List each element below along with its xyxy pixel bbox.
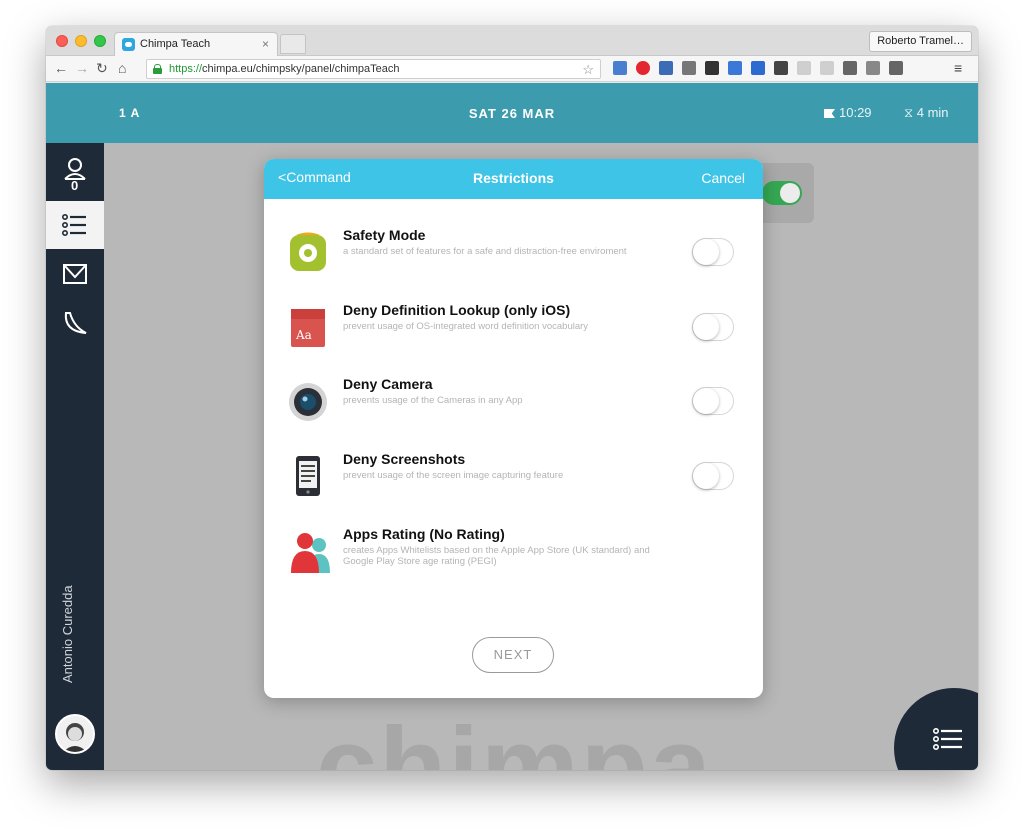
browser-tab-bar: Chimpa Teach × Roberto Tramel…	[46, 26, 978, 56]
bookmark-star-icon[interactable]: ☆	[582, 61, 594, 79]
list-item-desc: prevent usage of the screen image captur…	[343, 470, 564, 481]
reload-icon[interactable]: ↻	[96, 60, 108, 77]
list-item-deny-definition[interactable]: Aa Deny Definition Lookup (only iOS) pre…	[264, 295, 763, 359]
tab-title: Chimpa Teach	[140, 38, 211, 50]
background-toggle	[762, 181, 802, 205]
list-item-desc: a standard set of features for a safe an…	[343, 246, 627, 257]
opera-icon[interactable]	[636, 61, 650, 75]
dialog-title: Restrictions	[473, 170, 554, 186]
list-item-title: Apps Rating (No Rating)	[343, 526, 505, 542]
user-face-icon	[63, 723, 87, 752]
url-path: chimpa.eu/chimpsky/panel/chimpaTeach	[202, 63, 400, 75]
deny-camera-toggle[interactable]	[692, 387, 734, 415]
user-name: Antonio Curedda	[60, 585, 75, 683]
safety-mode-toggle[interactable]	[692, 238, 734, 266]
deny-definition-toggle[interactable]	[692, 313, 734, 341]
lock-icon	[153, 64, 162, 74]
menu-icon[interactable]: ≡	[954, 60, 962, 76]
sidebar-item-banana[interactable]	[46, 301, 104, 349]
incognito-icon[interactable]	[774, 61, 788, 75]
dialog-header: <Command Restrictions Cancel	[264, 159, 763, 199]
list-item-title: Deny Camera	[343, 376, 433, 392]
list-icon	[61, 214, 86, 236]
classroom-icon	[63, 264, 87, 284]
list-item-deny-camera[interactable]: Deny Camera prevents usage of the Camera…	[264, 369, 763, 433]
close-window-button[interactable]	[56, 35, 68, 47]
forward-arrow-icon[interactable]: →	[75, 60, 89, 76]
extension-icon[interactable]	[797, 61, 811, 75]
new-tab-button[interactable]	[280, 34, 306, 54]
tab-close-icon[interactable]: ×	[262, 37, 269, 51]
list-item-desc: prevents usage of the Cameras in any App	[343, 395, 523, 406]
browser-toolbar: ← → ↻ ⌂ https://chimpa.eu/chimpsky/panel…	[46, 56, 978, 82]
banana-icon	[64, 312, 87, 334]
extension-icon[interactable]	[889, 61, 903, 75]
extension-icon[interactable]	[820, 61, 834, 75]
avatar[interactable]	[55, 714, 95, 754]
home-icon[interactable]: ⌂	[118, 60, 126, 76]
restrictions-dialog: <Command Restrictions Cancel Safety Mode…	[264, 159, 763, 698]
extension-icon[interactable]	[866, 61, 880, 75]
time-value: 10:29	[839, 105, 872, 120]
extension-icon[interactable]	[728, 61, 742, 75]
lesson-duration: ⧖ 4 min	[904, 105, 949, 121]
sidebar-item-list[interactable]	[46, 201, 104, 249]
hourglass-icon: ⧖	[904, 105, 917, 120]
safety-gear-icon	[290, 232, 326, 271]
people-rating-icon	[291, 533, 330, 573]
screenshot-icon	[296, 456, 320, 496]
extension-icon[interactable]	[843, 61, 857, 75]
profile-button[interactable]: Roberto Tramel…	[869, 31, 972, 52]
list-item-deny-screenshots[interactable]: Deny Screenshots prevent usage of the sc…	[264, 444, 763, 508]
next-button[interactable]: NEXT	[472, 637, 554, 673]
chimpa-watermark: chimpa	[316, 705, 714, 770]
pocket-icon[interactable]	[659, 61, 673, 75]
app-header: 1 A SAT 26 MAR 10:29 ⧖ 4 min	[46, 83, 978, 143]
students-count: 0	[71, 178, 79, 193]
app-sidebar: 0 Antonio Curedda	[46, 143, 104, 770]
svg-text:Aa: Aa	[295, 328, 312, 342]
list-item-desc: creates Apps Whitelists based on the App…	[343, 545, 650, 567]
maximize-window-button[interactable]	[94, 35, 106, 47]
camera-icon	[289, 383, 327, 421]
list-item-title: Safety Mode	[343, 227, 426, 243]
deny-screenshots-toggle[interactable]	[692, 462, 734, 490]
sidebar-item-classroom[interactable]	[46, 251, 104, 299]
duration-value: 4 min	[916, 105, 949, 120]
list-item-title: Deny Definition Lookup (only iOS)	[343, 302, 571, 318]
extension-icon[interactable]	[613, 61, 627, 75]
list-item-desc: prevent usage of OS-integrated word defi…	[343, 321, 589, 332]
back-arrow-icon[interactable]: ←	[54, 60, 68, 76]
dictionary-icon: Aa	[291, 309, 325, 347]
list-item-safety-mode[interactable]: Safety Mode a standard set of features f…	[264, 220, 763, 284]
flag-icon	[824, 109, 835, 118]
cancel-button[interactable]: Cancel	[701, 170, 745, 186]
address-bar[interactable]: https://chimpa.eu/chimpsky/panel/chimpaT…	[146, 59, 601, 79]
list-icon	[932, 727, 962, 750]
chimpa-favicon-icon	[122, 38, 135, 51]
sidebar-item-students[interactable]: 0	[46, 151, 104, 199]
cast-icon[interactable]	[682, 61, 696, 75]
lesson-time: 10:29	[824, 105, 872, 120]
minimize-window-button[interactable]	[75, 35, 87, 47]
list-item-apps-rating[interactable]: Apps Rating (No Rating) creates Apps Whi…	[264, 519, 763, 583]
list-item-title: Deny Screenshots	[343, 451, 466, 467]
url-protocol: https://	[169, 63, 203, 75]
menu-fab-button[interactable]	[894, 688, 978, 770]
jb-icon[interactable]	[705, 61, 719, 75]
extension-icon[interactable]	[751, 61, 765, 75]
browser-tab[interactable]: Chimpa Teach ×	[114, 32, 278, 56]
